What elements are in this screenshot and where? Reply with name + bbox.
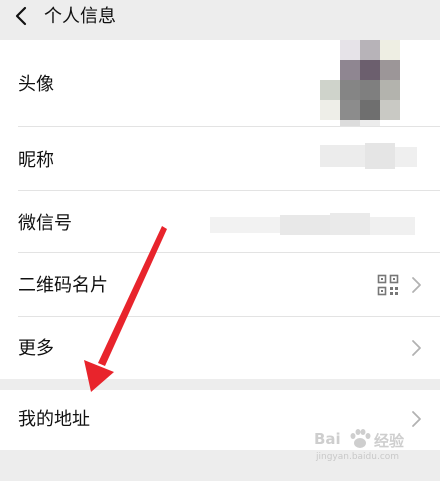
watermark-url: jingyan.baidu.com — [316, 452, 400, 462]
paw-icon — [350, 429, 371, 448]
watermark-suffix: 经验 — [374, 432, 405, 450]
watermark-brand: Bai — [314, 430, 341, 448]
baidu-jingyan-watermark: Bai 经验 jingyan.baidu.com — [314, 426, 418, 466]
red-arrow-annotation — [84, 226, 167, 392]
